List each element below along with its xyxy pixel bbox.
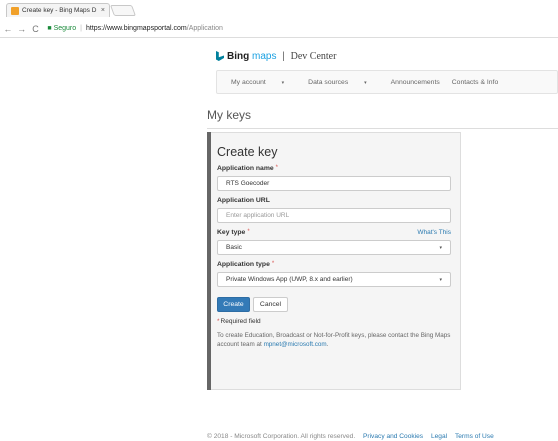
required-field-note: *Required field bbox=[217, 318, 261, 325]
brand-maps: maps bbox=[252, 50, 277, 62]
brand: Bing maps | Dev Center bbox=[227, 51, 336, 62]
required-mark: * bbox=[217, 318, 220, 325]
footer: © 2018 - Microsoft Corporation. All righ… bbox=[207, 433, 494, 440]
required-mark: * bbox=[247, 229, 250, 235]
footer-link-terms[interactable]: Terms of Use bbox=[455, 433, 494, 440]
nav-item-announcements[interactable]: Announcements bbox=[391, 79, 440, 86]
main-nav: My account ▾ Data sources ▾ Announcement… bbox=[216, 70, 558, 94]
application-url-input[interactable]: Enter application URL bbox=[217, 208, 451, 223]
chevron-down-icon: ▾ bbox=[439, 276, 442, 283]
site-header[interactable]: Bing maps | Dev Center bbox=[216, 48, 336, 64]
key-type-value: Basic bbox=[226, 244, 242, 251]
bing-favicon-icon bbox=[11, 6, 19, 15]
tab-title: Create key - Bing Maps D bbox=[22, 7, 97, 14]
browser-tabstrip: Create key - Bing Maps D × bbox=[0, 0, 558, 20]
required-mark: * bbox=[271, 261, 275, 267]
cancel-button[interactable]: Cancel bbox=[253, 297, 288, 312]
create-button[interactable]: Create bbox=[217, 297, 250, 312]
panel-accent-bar bbox=[207, 132, 211, 390]
chevron-down-icon: ▾ bbox=[281, 79, 285, 86]
required-mark: * bbox=[275, 165, 278, 171]
new-tab-button[interactable] bbox=[109, 5, 137, 16]
address-separator: | bbox=[80, 25, 82, 32]
reload-icon[interactable]: C bbox=[30, 24, 42, 34]
brand-separator: | bbox=[282, 50, 285, 62]
lock-icon: ■ bbox=[47, 25, 52, 32]
footer-link-privacy[interactable]: Privacy and Cookies bbox=[363, 433, 423, 440]
info-text: To create Education, Broadcast or Not-fo… bbox=[217, 332, 451, 348]
close-tab-icon[interactable]: × bbox=[101, 7, 105, 14]
secure-label: Seguro bbox=[53, 25, 77, 32]
brand-bing: Bing bbox=[227, 50, 250, 62]
back-arrow-icon[interactable]: ← bbox=[2, 24, 14, 34]
key-type-select[interactable]: Basic ▾ bbox=[217, 240, 451, 255]
brand-dev-center: Dev Center bbox=[290, 50, 337, 62]
chevron-down-icon: ▾ bbox=[364, 79, 367, 86]
url-path: /Application bbox=[186, 25, 223, 32]
bing-logo-icon bbox=[216, 51, 224, 61]
page-title: My keys bbox=[207, 108, 252, 122]
browser-tab[interactable]: Create key - Bing Maps D × bbox=[6, 3, 110, 17]
create-key-form: Create key Application name * RTS Goecod… bbox=[217, 145, 451, 349]
application-type-select[interactable]: Private Windows App (UWP, 8.x and earlie… bbox=[217, 272, 451, 287]
form-title: Create key bbox=[217, 145, 278, 159]
app-url-label: Application URL bbox=[217, 197, 270, 204]
nav-item-my-account[interactable]: My account ▾ bbox=[231, 79, 296, 86]
nav-item-contacts[interactable]: Contacts & Info bbox=[452, 79, 498, 86]
form-buttons: Create Cancel bbox=[217, 297, 451, 312]
key-type-label: Key type * What's This bbox=[217, 229, 451, 236]
footer-link-legal[interactable]: Legal bbox=[431, 433, 447, 440]
app-type-value: Private Windows App (UWP, 8.x and earlie… bbox=[226, 276, 353, 283]
forward-arrow-icon[interactable]: → bbox=[16, 24, 28, 34]
url-host: https://www.bingmapsportal.com bbox=[85, 25, 187, 32]
contact-email-link[interactable]: mpnet@microsoft.com bbox=[264, 341, 327, 348]
app-type-label: Application type * bbox=[217, 261, 275, 268]
chevron-down-icon: ▾ bbox=[439, 244, 442, 251]
browser-toolbar: ← → C ■ Seguro | https://www.bingmapspor… bbox=[0, 20, 558, 38]
whats-this-link[interactable]: What's This bbox=[417, 229, 451, 236]
copyright: © 2018 - Microsoft Corporation. All righ… bbox=[207, 433, 356, 440]
app-name-label: Application name * bbox=[217, 165, 278, 172]
divider bbox=[207, 128, 558, 129]
address-bar[interactable]: ■ Seguro | https://www.bingmapsportal.co… bbox=[47, 22, 558, 35]
application-name-input[interactable]: RTS Goecoder bbox=[217, 176, 451, 191]
nav-item-data-sources[interactable]: Data sources ▾ bbox=[308, 79, 378, 86]
